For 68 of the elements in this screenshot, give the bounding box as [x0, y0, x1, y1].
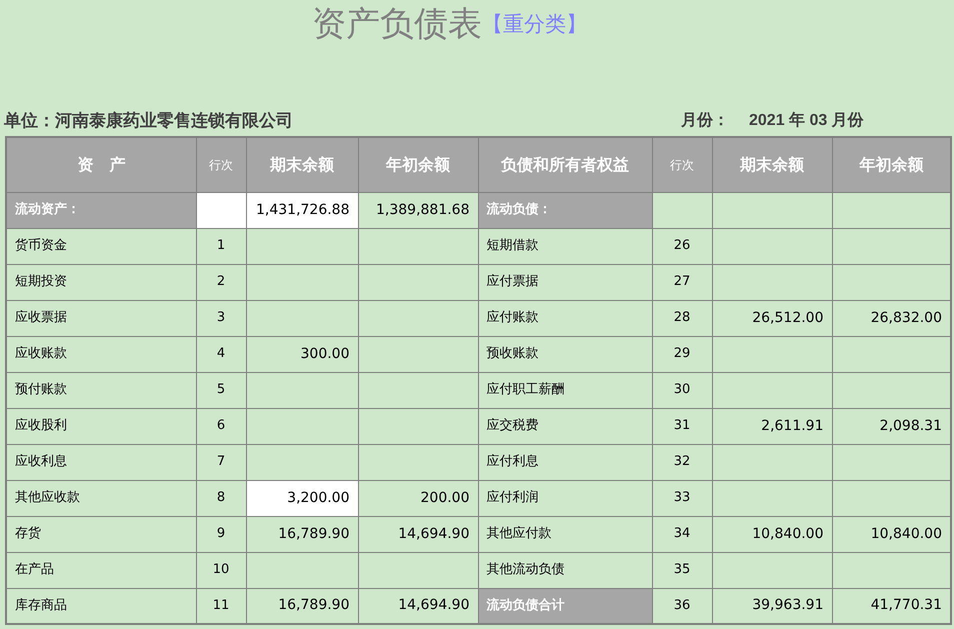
column-header: 期末余额	[246, 137, 358, 192]
line-number-cell: 7	[196, 444, 246, 480]
row-label: 应付职工薪酬	[478, 372, 652, 408]
line-number-cell: 2	[196, 264, 246, 300]
line-number-cell: 32	[652, 444, 712, 480]
row-label: 预付账款	[6, 372, 196, 408]
row-label: 流动资产：	[6, 192, 196, 228]
row-label: 在产品	[6, 552, 196, 588]
period-label: 月份：	[681, 110, 729, 130]
line-number-cell: 3	[196, 300, 246, 336]
line-number-cell: 5	[196, 372, 246, 408]
unit-label: 单位：	[4, 110, 55, 132]
row-label: 其他流动负债	[478, 552, 652, 588]
row-label: 应付票据	[478, 264, 652, 300]
row-label: 应收股利	[6, 408, 196, 444]
line-number-cell: 6	[196, 408, 246, 444]
amount-cell: 16,789.90	[246, 516, 358, 552]
row-label: 预收账款	[478, 336, 652, 372]
line-number-cell: 26	[652, 228, 712, 264]
amount-cell: 1,389,881.68	[358, 192, 478, 228]
line-number-cell: 8	[196, 480, 246, 516]
column-header: 负债和所有者权益	[478, 137, 652, 192]
row-label: 流动负债：	[478, 192, 652, 228]
column-header: 资 产	[6, 137, 196, 192]
amount-cell: 10,840.00	[712, 516, 832, 552]
line-number-cell: 33	[652, 480, 712, 516]
row-label: 短期投资	[6, 264, 196, 300]
column-header: 年初余额	[832, 137, 951, 192]
line-number-cell: 34	[652, 516, 712, 552]
report-subtitle: 【重分类】	[482, 11, 587, 38]
line-number-cell: 30	[652, 372, 712, 408]
row-label: 应收利息	[6, 444, 196, 480]
line-number-cell: 4	[196, 336, 246, 372]
row-label: 应付利润	[478, 480, 652, 516]
line-number-cell	[652, 192, 712, 228]
amount-cell: 3,200.00	[246, 480, 358, 516]
row-label: 应收票据	[6, 300, 196, 336]
row-label: 流动负债合计	[478, 588, 652, 624]
column-header: 行次	[196, 137, 246, 192]
report-title: 资产负债表	[312, 4, 482, 44]
row-label: 存货	[6, 516, 196, 552]
row-label: 货币资金	[6, 228, 196, 264]
row-label: 短期借款	[478, 228, 652, 264]
line-number-cell: 27	[652, 264, 712, 300]
line-number-cell: 29	[652, 336, 712, 372]
row-label: 其他应付款	[478, 516, 652, 552]
amount-cell: 200.00	[358, 480, 478, 516]
row-label: 应收账款	[6, 336, 196, 372]
row-label: 应付利息	[478, 444, 652, 480]
amount-cell: 26,512.00	[712, 300, 832, 336]
column-header: 年初余额	[358, 137, 478, 192]
row-label: 应交税费	[478, 408, 652, 444]
line-number-cell: 28	[652, 300, 712, 336]
amount-cell: 300.00	[246, 336, 358, 372]
line-number-cell: 1	[196, 228, 246, 264]
period-value: 2021 年 03 月份	[749, 110, 864, 130]
column-header: 期末余额	[712, 137, 832, 192]
company-name: 河南泰康药业零售连锁有限公司	[55, 110, 293, 132]
amount-cell: 1,431,726.88	[246, 192, 358, 228]
row-label: 应付账款	[478, 300, 652, 336]
amount-cell: 2,611.91	[712, 408, 832, 444]
line-number-cell: 10	[196, 552, 246, 588]
column-header: 行次	[652, 137, 712, 192]
line-number-cell: 31	[652, 408, 712, 444]
row-label: 其他应收款	[6, 480, 196, 516]
line-number-cell: 35	[652, 552, 712, 588]
line-number-cell: 9	[196, 516, 246, 552]
amount-cell: 14,694.90	[358, 516, 478, 552]
